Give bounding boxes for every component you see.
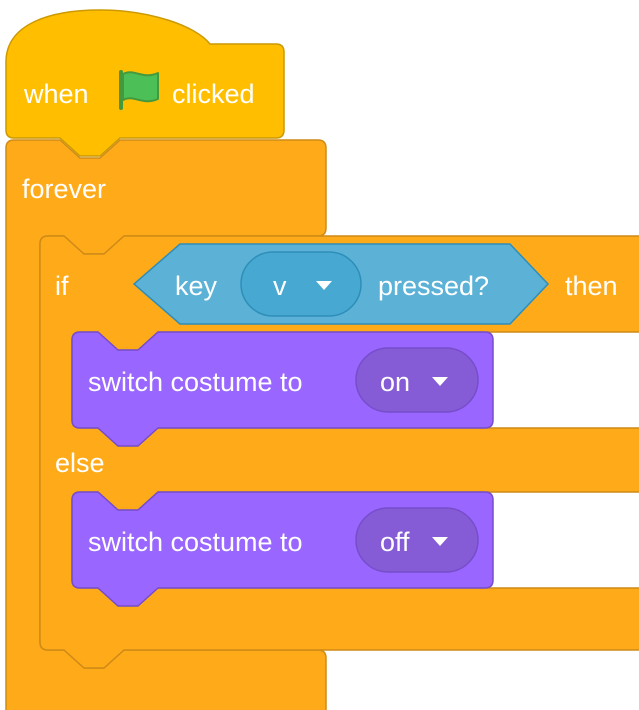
key-dropdown-value[interactable]: v bbox=[273, 270, 287, 302]
pressed-label: pressed? bbox=[378, 271, 490, 301]
key-label: key bbox=[175, 271, 218, 301]
costume-on-value[interactable]: on bbox=[380, 366, 410, 398]
costume-off-dropdown[interactable] bbox=[355, 507, 479, 573]
switch-costume-label: switch costume to bbox=[88, 527, 303, 557]
then-label: then bbox=[565, 271, 618, 301]
if-label: if bbox=[55, 271, 69, 301]
switch-costume-label: switch costume to bbox=[88, 367, 303, 397]
forever-label: forever bbox=[22, 174, 107, 204]
costume-off-arrow-icon[interactable] bbox=[432, 537, 448, 546]
blocks-layer bbox=[5, 9, 639, 710]
costume-off-value[interactable]: off bbox=[380, 526, 410, 558]
key-dropdown-arrow-icon[interactable] bbox=[316, 281, 332, 290]
costume-on-dropdown[interactable] bbox=[355, 347, 479, 413]
hat-clicked-label: clicked bbox=[172, 79, 255, 109]
code-area: when clicked forever if then else key v … bbox=[0, 0, 639, 710]
else-label: else bbox=[55, 448, 105, 478]
hat-when-label: when bbox=[24, 79, 89, 109]
costume-on-arrow-icon[interactable] bbox=[432, 377, 448, 386]
key-dropdown[interactable] bbox=[240, 251, 362, 317]
